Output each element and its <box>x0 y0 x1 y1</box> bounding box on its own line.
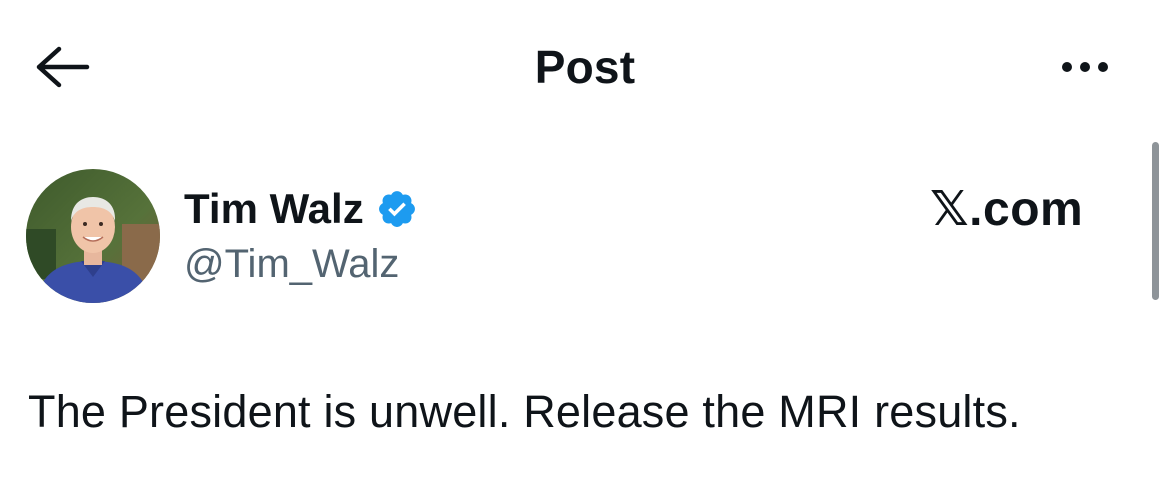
author-name[interactable]: Tim Walz <box>184 184 418 234</box>
more-options-button[interactable] <box>1050 42 1120 92</box>
post-header: Post <box>0 0 1170 134</box>
more-horizontal-icon <box>1062 62 1072 72</box>
post-text: The President is unwell. Release the MRI… <box>28 386 1021 437</box>
x-watermark: 𝕏.com <box>930 183 1084 236</box>
author-name-text: Tim Walz <box>184 185 364 232</box>
profile-photo <box>26 169 160 303</box>
scrollbar[interactable] <box>1152 142 1159 300</box>
avatar[interactable] <box>26 169 160 303</box>
author-handle[interactable]: @Tim_Walz <box>184 240 399 288</box>
verified-badge-icon <box>376 188 418 230</box>
page-title: Post <box>534 41 636 93</box>
